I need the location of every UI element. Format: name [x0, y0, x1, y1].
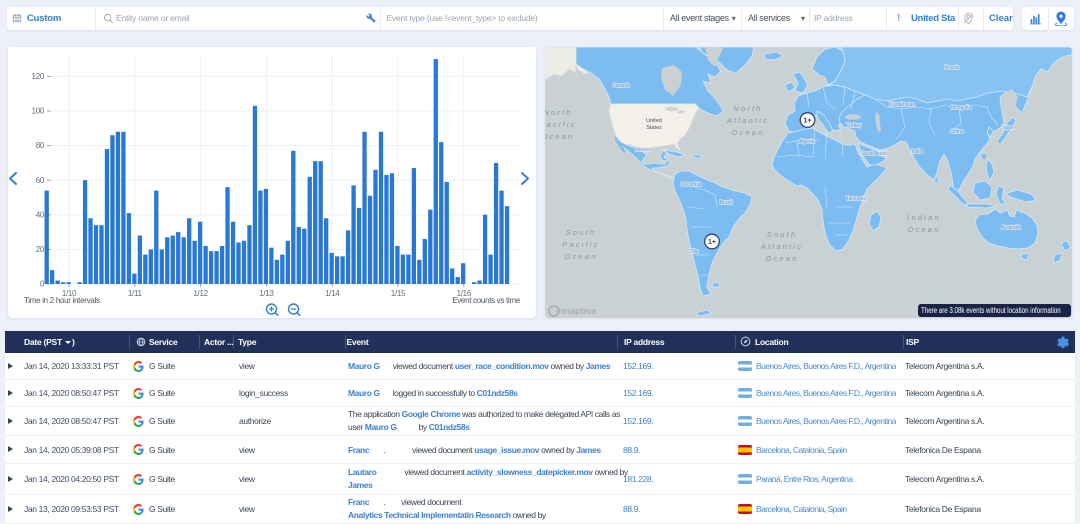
svg-text:Kazakhstan: Kazakhstan — [889, 102, 915, 108]
svg-text:Saudi Arabia: Saudi Arabia — [861, 151, 890, 157]
svg-text:20: 20 — [36, 245, 45, 254]
svg-text:Mongolia: Mongolia — [951, 105, 972, 111]
svg-text:Canada: Canada — [612, 83, 630, 89]
svg-text:1/12: 1/12 — [193, 289, 208, 298]
svg-text:Pacific: Pacific — [545, 120, 577, 129]
svg-text:Tanzania: Tanzania — [846, 196, 866, 202]
svg-text:Brazil: Brazil — [720, 200, 733, 206]
svg-text:1+: 1+ — [804, 118, 812, 125]
svg-text:Chile: Chile — [687, 249, 699, 255]
svg-text:100: 100 — [32, 107, 45, 116]
svg-text:1/11: 1/11 — [128, 289, 143, 298]
svg-text:Turkey: Turkey — [846, 123, 862, 129]
svg-text:India: India — [912, 149, 923, 155]
svg-text:Ocean: Ocean — [564, 252, 597, 261]
svg-text:0: 0 — [40, 280, 45, 289]
svg-text:Ocean: Ocean — [765, 254, 798, 263]
svg-text:Russia: Russia — [944, 65, 960, 71]
svg-text:mapbox: mapbox — [562, 306, 597, 316]
svg-text:Event counts vs time: Event counts vs time — [452, 296, 521, 305]
svg-text:Australia: Australia — [1001, 225, 1021, 231]
svg-text:Japan: Japan — [1001, 125, 1015, 131]
svg-text:1/14: 1/14 — [325, 289, 340, 298]
svg-text:60: 60 — [36, 176, 45, 185]
svg-text:Algeria: Algeria — [799, 139, 815, 145]
svg-text:Time in 2 hour intervals: Time in 2 hour intervals — [24, 296, 100, 305]
svg-text:120: 120 — [32, 72, 45, 81]
svg-text:Atlantic: Atlantic — [726, 116, 769, 125]
svg-text:Ocean: Ocean — [731, 128, 764, 137]
svg-text:North: North — [733, 104, 762, 113]
svg-text:1/13: 1/13 — [259, 289, 274, 298]
svg-text:80: 80 — [36, 141, 45, 150]
svg-text:40: 40 — [36, 210, 45, 219]
svg-text:South: South — [767, 230, 798, 239]
svg-text:China: China — [950, 129, 963, 135]
svg-text:Colombia: Colombia — [680, 182, 701, 188]
svg-text:Mexico: Mexico — [635, 147, 651, 153]
svg-text:United: United — [646, 118, 662, 124]
svg-text:Pacific: Pacific — [562, 240, 600, 249]
svg-text:Ocean: Ocean — [545, 132, 575, 141]
svg-text:Atlantic: Atlantic — [760, 242, 803, 251]
svg-text:Ocean: Ocean — [907, 225, 940, 234]
svg-text:1+: 1+ — [708, 239, 716, 246]
svg-text:Indian: Indian — [907, 213, 941, 222]
svg-text:South: South — [566, 228, 597, 237]
svg-text:1/15: 1/15 — [391, 289, 406, 298]
svg-text:North: North — [545, 108, 573, 117]
svg-text:States: States — [646, 125, 662, 131]
